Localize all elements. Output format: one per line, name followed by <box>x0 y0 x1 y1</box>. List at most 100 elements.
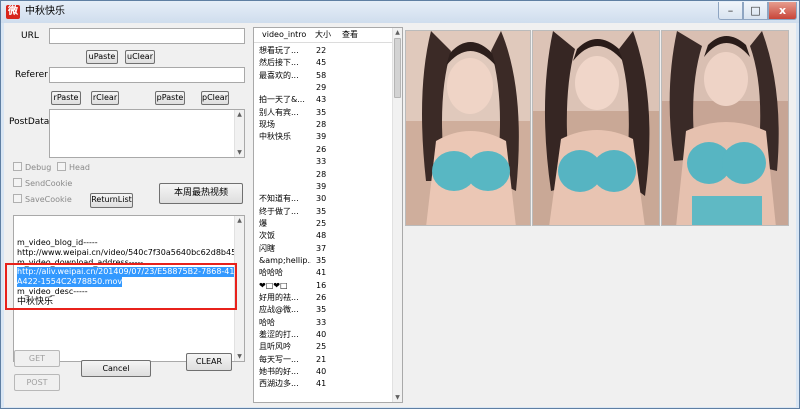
thumbnail-image <box>533 31 659 225</box>
row-size: 40 <box>316 367 327 377</box>
debug-checkbox[interactable]: Debug <box>13 162 51 173</box>
checkbox-box <box>13 194 22 203</box>
video-list[interactable]: video_intro 大小 查看 想看玩了... 22 然后接下... 45 最喜欢的… <box>253 27 403 403</box>
list-row[interactable]: 28 <box>254 169 393 181</box>
list-row[interactable]: 终于做了... 35 <box>254 206 393 218</box>
head-checkbox[interactable]: Head <box>57 162 90 173</box>
rclear-button[interactable]: rClear <box>91 91 119 105</box>
list-row[interactable]: 29 <box>254 82 393 94</box>
list-row[interactable]: 中秋快乐 39 <box>254 131 393 143</box>
list-row[interactable]: 哈哈 33 <box>254 317 393 329</box>
postdata-textarea[interactable]: ▲ ▼ <box>49 109 245 158</box>
client-area: URL uPaste uClear Referer rPaste rClear … <box>4 23 796 407</box>
clear-button[interactable]: CLEAR <box>186 353 232 371</box>
video-thumbnail-2[interactable] <box>532 30 660 226</box>
list-row[interactable]: 她书的好... 40 <box>254 366 393 378</box>
ppaste-button[interactable]: pPaste <box>155 91 185 105</box>
title-bar[interactable]: 微 中秋快乐 – □ x <box>1 1 799 23</box>
column-header-size[interactable]: 大小 <box>315 30 331 40</box>
referer-label: Referer <box>15 70 48 80</box>
list-row[interactable]: 爆 25 <box>254 218 393 230</box>
list-row[interactable]: 次饭 48 <box>254 230 393 242</box>
row-size: 39 <box>316 132 327 142</box>
row-video-intro: 闪瞎 <box>259 243 275 253</box>
sendcookie-checkbox[interactable]: SendCookie <box>13 178 72 189</box>
close-button[interactable]: x <box>768 2 797 20</box>
list-row[interactable]: 然后接下... 45 <box>254 57 393 69</box>
savecookie-label: SaveCookie <box>25 195 72 204</box>
scroll-down-arrow-icon[interactable]: ▼ <box>235 352 244 361</box>
list-row[interactable]: 现场 28 <box>254 119 393 131</box>
log-line: m_video_blog_id----- <box>17 238 98 247</box>
video-thumbnail-1[interactable] <box>405 30 531 226</box>
row-video-intro: 且听风吟 <box>259 342 291 352</box>
column-header-intro[interactable]: video_intro <box>262 30 306 40</box>
row-size: 41 <box>316 268 327 278</box>
pclear-button[interactable]: pClear <box>201 91 229 105</box>
get-button[interactable]: GET <box>14 350 60 367</box>
list-row[interactable]: 拍一天了&... 43 <box>254 94 393 106</box>
row-video-intro: 想看玩了... <box>259 46 299 55</box>
row-size: 39 <box>316 181 327 191</box>
list-row[interactable]: 闪瞎 37 <box>254 243 393 255</box>
row-size: 25 <box>316 342 327 352</box>
checkbox-box <box>13 162 22 171</box>
scroll-down-arrow-icon[interactable]: ▼ <box>393 393 402 402</box>
uclear-button[interactable]: uClear <box>125 50 155 64</box>
video-thumbnail-3[interactable] <box>661 30 789 226</box>
row-size: 21 <box>316 354 327 364</box>
returnlist-button[interactable]: ReturnList <box>90 193 133 208</box>
scroll-down-arrow-icon[interactable]: ▼ <box>235 148 244 157</box>
scroll-up-arrow-icon[interactable]: ▲ <box>235 216 244 225</box>
row-size: 28 <box>316 120 327 130</box>
minimize-button[interactable]: – <box>718 2 743 20</box>
upaste-button[interactable]: uPaste <box>86 50 118 64</box>
scrollbar-thumb[interactable] <box>394 38 401 98</box>
row-video-intro: 别人有宾... <box>259 107 299 117</box>
list-row[interactable]: 羞涩的打... 40 <box>254 329 393 341</box>
list-header: video_intro 大小 查看 <box>254 28 393 43</box>
row-video-intro: 拍一天了&... <box>259 95 305 105</box>
row-size: 37 <box>316 243 327 253</box>
row-size: 16 <box>316 280 327 290</box>
rpaste-button[interactable]: rPaste <box>51 91 81 105</box>
postdata-scrollbar[interactable]: ▲ ▼ <box>234 110 244 157</box>
row-size: 41 <box>316 379 327 389</box>
list-row[interactable]: &amp;hellip... 35 <box>254 255 393 267</box>
url-input[interactable] <box>49 28 245 44</box>
row-video-intro: 西湖边多... <box>259 379 299 389</box>
list-row[interactable]: 哈哈哈 41 <box>254 267 393 279</box>
list-row[interactable]: 想看玩了... 22 <box>254 45 393 57</box>
cancel-button[interactable]: Cancel <box>81 360 151 377</box>
list-row[interactable]: 应战@微... 35 <box>254 304 393 316</box>
log-line: http://www.weipai.cn/video/540c7f30a5640… <box>17 248 245 257</box>
row-size: 35 <box>316 107 327 117</box>
list-row[interactable]: 26 <box>254 144 393 156</box>
row-size: 35 <box>316 305 327 315</box>
list-row[interactable]: 最喜欢的... 58 <box>254 70 393 82</box>
savecookie-checkbox[interactable]: SaveCookie <box>13 194 72 205</box>
referer-input[interactable] <box>49 67 245 83</box>
row-size: 48 <box>316 231 327 241</box>
row-size: 25 <box>316 218 327 228</box>
list-row[interactable]: 别人有宾... 35 <box>254 107 393 119</box>
thumbnail-image <box>406 31 530 225</box>
list-row[interactable]: 不知道有... 30 <box>254 193 393 205</box>
scroll-up-arrow-icon[interactable]: ▲ <box>235 110 244 119</box>
list-row[interactable]: 33 <box>254 156 393 168</box>
list-scrollbar[interactable]: ▲ ▼ <box>392 28 402 402</box>
list-row[interactable]: 且听风吟 25 <box>254 341 393 353</box>
row-size: 26 <box>316 293 327 302</box>
list-row[interactable]: 每天写一... 21 <box>254 354 393 366</box>
hot-week-button[interactable]: 本周最热视频 <box>159 183 243 204</box>
scroll-up-arrow-icon[interactable]: ▲ <box>393 28 402 37</box>
row-video-intro: 次饭 <box>259 231 275 241</box>
list-row[interactable]: ❤□❤□ 16 <box>254 280 393 292</box>
list-row[interactable]: 西湖边多... 41 <box>254 378 393 390</box>
list-row[interactable]: 好用的祛... 26 <box>254 292 393 304</box>
list-row[interactable]: 39 <box>254 181 393 193</box>
column-header-view[interactable]: 查看 <box>342 30 358 40</box>
row-video-intro: 爆 <box>259 218 267 228</box>
maximize-button[interactable]: □ <box>743 2 768 20</box>
post-button[interactable]: POST <box>14 374 60 391</box>
